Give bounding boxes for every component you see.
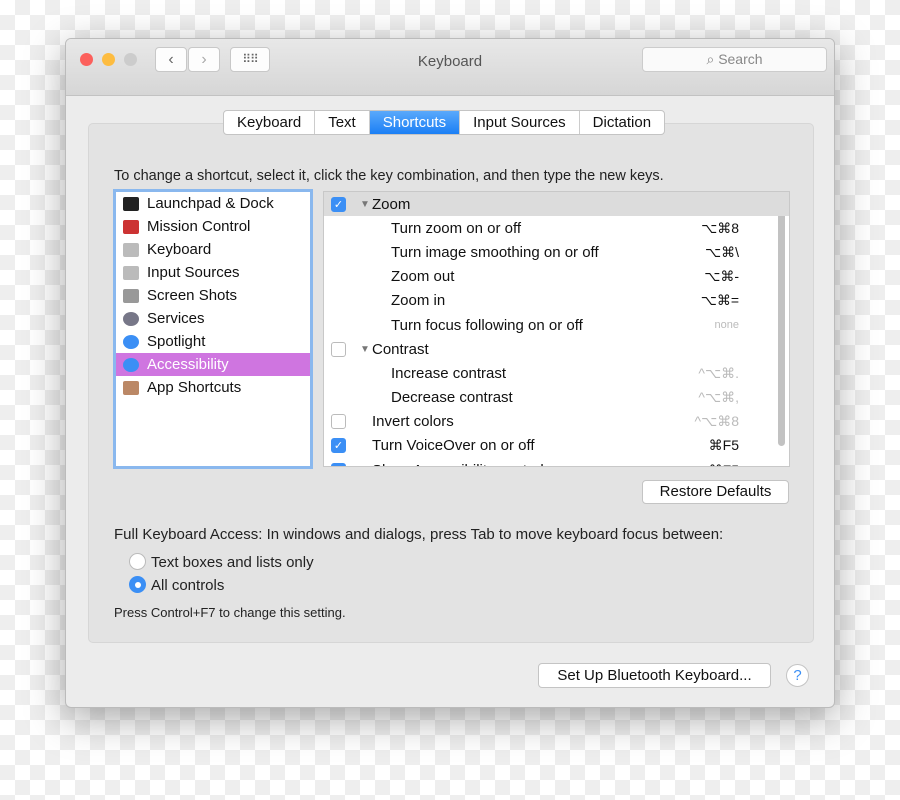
shortcut-row[interactable]: ▼ Contrast bbox=[324, 337, 789, 361]
shortcut-label: Turn zoom on or off bbox=[391, 219, 522, 237]
fka-hint: Press Control+F7 to change this setting. bbox=[114, 605, 346, 620]
category-item[interactable]: Services bbox=[116, 307, 310, 330]
shortcut-key[interactable]: ⌥⌘- bbox=[704, 268, 739, 285]
spotlight-icon bbox=[123, 334, 139, 349]
disclosure-triangle-icon[interactable]: ▼ bbox=[360, 199, 370, 210]
shortcut-row[interactable]: Zoom in ⌥⌘= bbox=[324, 289, 789, 313]
category-label: Services bbox=[147, 310, 205, 327]
checkbox[interactable]: ✓ bbox=[331, 196, 346, 212]
search-input[interactable]: ⌕ Search bbox=[642, 47, 827, 72]
gear-icon bbox=[123, 311, 139, 326]
launchpad-icon bbox=[123, 196, 139, 211]
checkbox[interactable] bbox=[331, 414, 346, 430]
category-label: Spotlight bbox=[147, 333, 206, 350]
shortcut-row[interactable]: ✓ ▼ Zoom bbox=[324, 192, 789, 217]
shortcut-key[interactable]: none bbox=[715, 319, 739, 331]
shortcut-label: Contrast bbox=[372, 340, 429, 358]
keyboard-icon bbox=[123, 242, 139, 257]
shortcut-label: Show Accessibility controls bbox=[372, 462, 551, 466]
radio-all-controls-label: All controls bbox=[151, 577, 225, 594]
tab-input-sources[interactable]: Input Sources bbox=[460, 111, 580, 134]
category-label: Keyboard bbox=[147, 241, 212, 258]
shortcut-row[interactable]: Turn image smoothing on or off ⌥⌘\ bbox=[324, 240, 789, 264]
category-label: Mission Control bbox=[147, 218, 251, 235]
shortcut-label: Decrease contrast bbox=[391, 389, 513, 407]
category-item[interactable]: Keyboard bbox=[116, 238, 310, 261]
shortcut-label: Zoom bbox=[372, 195, 411, 213]
search-icon: ⌕ bbox=[706, 51, 719, 67]
category-label: Input Sources bbox=[147, 264, 240, 281]
category-item[interactable]: Spotlight bbox=[116, 330, 310, 353]
tab-bar: Keyboard Text Shortcuts Input Sources Dictat… bbox=[223, 110, 666, 135]
app-shortcuts-icon bbox=[123, 380, 139, 395]
disclosure-triangle-icon[interactable]: ▼ bbox=[360, 344, 370, 355]
help-button[interactable]: ? bbox=[786, 664, 809, 687]
category-label: App Shortcuts bbox=[147, 379, 242, 396]
checkbox[interactable] bbox=[331, 341, 346, 357]
shortcut-key[interactable]: ⌥⌘\ bbox=[705, 244, 739, 261]
radio-all-controls[interactable] bbox=[129, 576, 146, 593]
shortcut-row[interactable]: ✓ Turn VoiceOver on or off ⌘F5 bbox=[324, 434, 789, 458]
radio-text-boxes[interactable] bbox=[129, 553, 146, 570]
shortcut-key[interactable]: ^⌥⌘. bbox=[698, 365, 739, 382]
shortcut-key[interactable]: ⌥⌘F5 bbox=[693, 462, 739, 466]
shortcut-row[interactable]: Turn focus following on or off none bbox=[324, 313, 789, 337]
category-item[interactable]: Screen Shots bbox=[116, 284, 310, 307]
category-item[interactable]: Mission Control bbox=[116, 215, 310, 238]
checkbox[interactable]: ✓ bbox=[331, 438, 346, 454]
category-list[interactable]: Launchpad & Dock Mission Control Keyboard I… bbox=[113, 189, 313, 469]
instruction-text: To change a shortcut, select it, click t… bbox=[114, 168, 664, 184]
keyboard-preferences-window: ‹ › ⠿⠿ Keyboard ⌕ Search Keyboard Text Sho… bbox=[65, 38, 835, 708]
category-label: Screen Shots bbox=[147, 287, 238, 304]
shortcut-key[interactable]: ⌘F5 bbox=[709, 437, 739, 454]
category-label: Launchpad & Dock bbox=[147, 195, 274, 212]
shortcut-row[interactable]: Increase contrast ^⌥⌘. bbox=[324, 361, 789, 385]
input-sources-icon bbox=[123, 265, 139, 280]
restore-defaults-button[interactable]: Restore Defaults bbox=[642, 480, 789, 504]
bluetooth-keyboard-button[interactable]: Set Up Bluetooth Keyboard... bbox=[538, 663, 771, 688]
tab-keyboard[interactable]: Keyboard bbox=[224, 111, 316, 134]
accessibility-icon bbox=[123, 357, 139, 372]
category-item[interactable]: Input Sources bbox=[116, 261, 310, 284]
mission-control-icon bbox=[123, 219, 139, 234]
screenshot-icon bbox=[123, 288, 139, 303]
shortcut-row[interactable]: Zoom out ⌥⌘- bbox=[324, 265, 789, 289]
shortcut-list[interactable]: ✓ ▼ Zoom Turn zoom on or off ⌥⌘8 Turn image s… bbox=[323, 191, 790, 467]
tab-text[interactable]: Text bbox=[315, 111, 370, 134]
shortcut-key[interactable]: ^⌥⌘, bbox=[698, 389, 739, 406]
shortcut-label: Zoom in bbox=[391, 292, 446, 310]
shortcut-key[interactable]: ⌥⌘= bbox=[701, 292, 739, 309]
title-bar: ‹ › ⠿⠿ Keyboard ⌕ Search bbox=[66, 39, 834, 96]
full-keyboard-access-label: Full Keyboard Access: In windows and dia… bbox=[114, 526, 724, 543]
shortcut-row[interactable]: Decrease contrast ^⌥⌘, bbox=[324, 386, 789, 410]
shortcut-label: Turn image smoothing on or off bbox=[391, 243, 599, 261]
shortcut-key[interactable]: ^⌥⌘8 bbox=[695, 413, 740, 430]
shortcut-key[interactable]: ⌥⌘8 bbox=[701, 220, 739, 237]
shortcut-label: Zoom out bbox=[391, 268, 455, 286]
shortcut-label: Turn focus following on or off bbox=[391, 316, 583, 334]
category-label: Accessibility bbox=[147, 356, 229, 373]
category-item[interactable]: App Shortcuts bbox=[116, 376, 310, 399]
tab-shortcuts[interactable]: Shortcuts bbox=[369, 111, 461, 134]
shortcut-label: Turn VoiceOver on or off bbox=[372, 437, 535, 455]
checkbox[interactable]: ✓ bbox=[331, 462, 346, 466]
shortcut-label: Invert colors bbox=[372, 413, 454, 431]
shortcut-row[interactable]: Invert colors ^⌥⌘8 bbox=[324, 410, 789, 434]
shortcut-row[interactable]: Turn zoom on or off ⌥⌘8 bbox=[324, 216, 789, 240]
tab-dictation[interactable]: Dictation bbox=[580, 111, 664, 134]
category-item[interactable]: Launchpad & Dock bbox=[116, 192, 310, 215]
radio-text-boxes-label: Text boxes and lists only bbox=[151, 554, 314, 571]
shortcut-row[interactable]: ✓ Show Accessibility controls ⌥⌘F5 bbox=[324, 458, 789, 466]
shortcut-label: Increase contrast bbox=[391, 364, 507, 382]
category-item[interactable]: Accessibility bbox=[116, 353, 310, 376]
